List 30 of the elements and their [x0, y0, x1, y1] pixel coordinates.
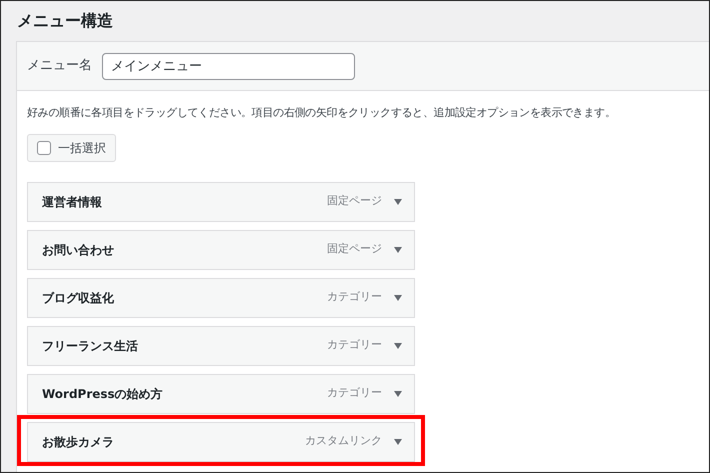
item-type: カテゴリー	[327, 337, 382, 354]
caret-down-icon[interactable]	[394, 294, 402, 300]
item-type: カテゴリー	[327, 289, 382, 306]
bulk-select-button[interactable]: 一括選択	[27, 134, 116, 162]
item-title: WordPressの始め方	[42, 386, 164, 402]
caret-down-icon[interactable]	[394, 246, 402, 252]
item-title: 運営者情報	[42, 194, 103, 210]
caret-down-icon[interactable]	[394, 198, 402, 204]
item-type: 固定ページ	[327, 193, 382, 210]
menu-item[interactable]: お問い合わせ 固定ページ	[27, 230, 415, 270]
menu-item[interactable]: 運営者情報 固定ページ	[27, 182, 415, 222]
item-type: 固定ページ	[327, 241, 382, 258]
item-title: お問い合わせ	[42, 242, 115, 258]
menu-name-label: メニュー名	[27, 57, 92, 76]
caret-down-icon[interactable]	[394, 342, 402, 348]
instructions-text: 好みの順番に各項目をドラッグしてください。項目の右側の矢印をクリックすると、追加設定オプションを表示できます。	[27, 105, 617, 121]
section-title: メニュー構造	[17, 10, 113, 32]
item-title: ブログ収益化	[42, 290, 115, 306]
item-type: カスタムリンク	[305, 433, 382, 450]
menu-item[interactable]: フリーランス生活 カテゴリー	[27, 326, 415, 366]
menu-item[interactable]: お散歩カメラ カスタムリンク	[27, 422, 415, 462]
caret-down-icon[interactable]	[394, 390, 402, 396]
item-title: お散歩カメラ	[42, 434, 115, 450]
item-title: フリーランス生活	[42, 338, 139, 354]
item-type: カテゴリー	[327, 385, 382, 402]
checkbox[interactable]	[37, 140, 51, 154]
menu-item[interactable]: ブログ収益化 カテゴリー	[27, 278, 415, 318]
menu-name-field[interactable]: メインメニュー	[102, 52, 355, 80]
caret-down-icon[interactable]	[394, 438, 402, 444]
menu-item[interactable]: WordPressの始め方 カテゴリー	[27, 374, 415, 414]
